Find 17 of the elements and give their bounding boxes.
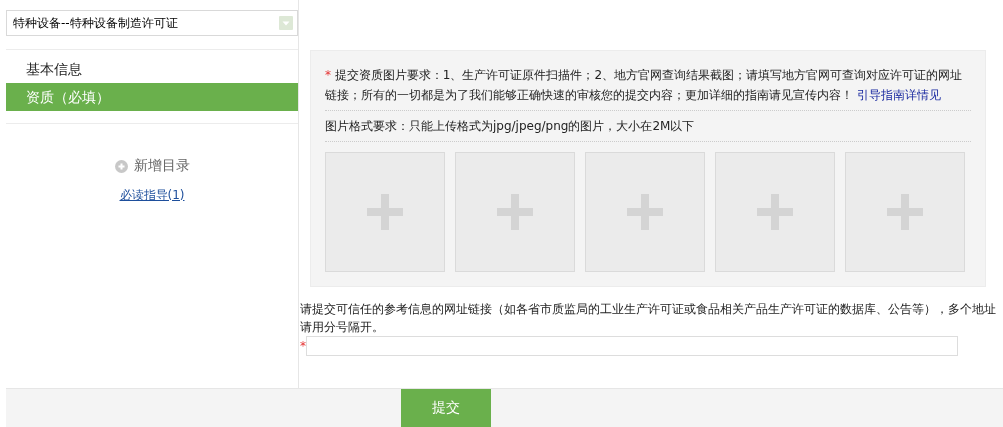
- url-input-field[interactable]: [306, 336, 958, 356]
- guide-detail-link[interactable]: 引导指南详情见: [856, 88, 941, 102]
- upload-tile[interactable]: [845, 152, 965, 272]
- required-mark: *: [325, 68, 331, 82]
- upload-tile[interactable]: [455, 152, 575, 272]
- add-directory-button[interactable]: 新增目录: [133, 157, 190, 175]
- upload-tile[interactable]: [715, 152, 835, 272]
- sidebar-item[interactable]: 基本信息: [6, 55, 298, 83]
- upload-tile[interactable]: [585, 152, 705, 272]
- notice-text: * 提交资质图片要求：1、生产许可证原件扫描件；2、地方官网查询结果截图；请填写地方官网可查询对应许可证的网址链接；所有的一切都是为了我们能够正确快速的审核您的提交内容；更加详细的指南请见宣传内容！ 引导指南详情见: [325, 65, 971, 111]
- upload-tile[interactable]: [325, 152, 445, 272]
- plus-circle-icon: [114, 159, 128, 173]
- format-note: 图片格式要求：只能上传格式为jpg/jpeg/png的图片，大小在2M以下: [325, 111, 971, 142]
- url-field-label: 请提交可信任的参考信息的网址链接（如各省市质监局的工业生产许可证或食品相关产品生产许可证的数据库、公告等），多个地址请用分号隔开。: [300, 301, 997, 336]
- category-select[interactable]: 特种设备--特种设备制造许可证: [6, 10, 298, 36]
- guide-link[interactable]: 必读指导(1): [119, 188, 185, 202]
- required-mark: *: [300, 338, 306, 352]
